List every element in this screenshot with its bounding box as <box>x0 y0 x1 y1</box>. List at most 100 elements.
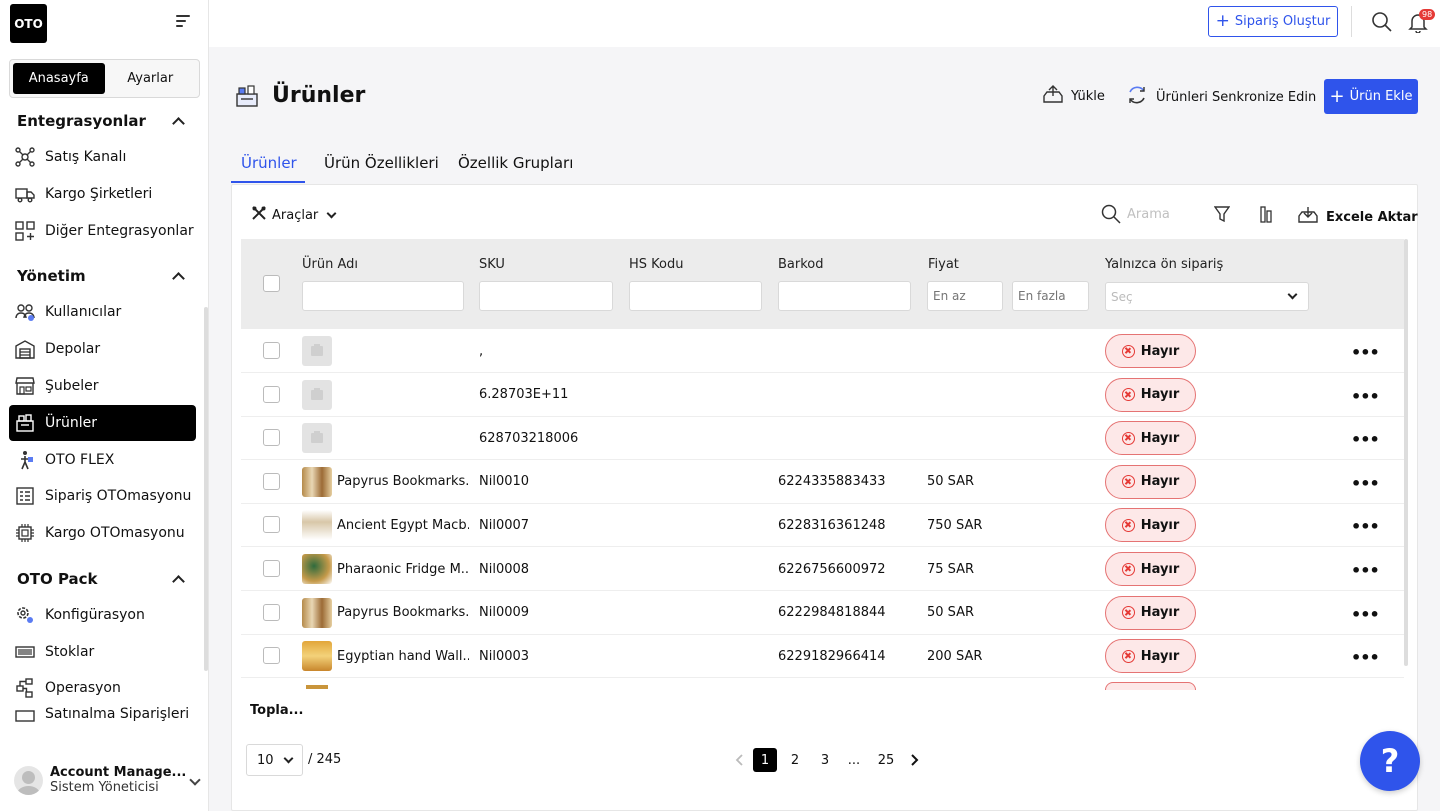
section-management[interactable]: Yönetim <box>17 267 185 285</box>
filter-icon[interactable] <box>1213 206 1231 227</box>
more-actions-icon[interactable]: ••• <box>1351 430 1380 449</box>
page-25[interactable]: 25 <box>874 748 898 772</box>
tools-dropdown[interactable]: Araçlar <box>252 206 337 224</box>
filter-price-min-input[interactable] <box>927 281 1003 311</box>
row-checkbox[interactable] <box>263 342 280 359</box>
more-actions-icon[interactable]: ••• <box>1351 343 1380 362</box>
product-name[interactable]: Papyrus Bookmarks... <box>337 460 469 504</box>
table-row[interactable]: Pharaonic Fridge M... Nil0008 622675660097… <box>241 547 1404 591</box>
sidebar-item-users[interactable]: Kullanıcılar <box>9 294 196 330</box>
tab-settings[interactable]: Ayarlar <box>105 63 197 94</box>
product-name[interactable]: Papyrus Bookmarks... <box>337 591 469 635</box>
sync-products-button[interactable]: Ürünleri Senkronize Edin <box>1126 84 1316 110</box>
table-row[interactable]: Egyptian hand Wall... Nil0003 622918296641… <box>241 634 1404 679</box>
tab-product-attributes[interactable]: Ürün Özellikleri <box>324 154 439 172</box>
help-button[interactable]: ? <box>1360 731 1420 791</box>
tab-home[interactable]: Anasayfa <box>13 63 105 94</box>
sidebar-scrollbar[interactable] <box>204 307 208 671</box>
create-order-button[interactable]: + Sipariş Oluştur <box>1208 6 1338 37</box>
sidebar-item-operation[interactable]: Operasyon <box>9 670 196 706</box>
filter-preorder-select[interactable]: Seç <box>1105 282 1309 311</box>
product-sku: Nil0009 <box>479 605 530 621</box>
page-1[interactable]: 1 <box>753 748 777 772</box>
more-actions-icon[interactable]: ••• <box>1351 605 1380 624</box>
preorder-value: Hayır <box>1140 648 1180 664</box>
row-checkbox[interactable] <box>263 472 280 490</box>
search-icon[interactable] <box>1371 11 1393 37</box>
product-name[interactable]: Egyptian hand Wall... <box>337 634 469 678</box>
product-name[interactable]: Pharaonic Fridge M... <box>337 547 469 591</box>
product-name[interactable]: Ancient Egypt Macb... <box>337 503 469 547</box>
column-header-preorder[interactable]: Yalnızca ön sipariş <box>1105 257 1223 272</box>
table-row[interactable]: Ancient Egypt Macb... Nil0007 622831636124… <box>241 503 1404 548</box>
row-checkbox[interactable] <box>263 647 280 665</box>
product-thumbnail <box>302 423 332 454</box>
row-checkbox[interactable] <box>263 516 280 534</box>
menu-collapse-icon[interactable] <box>176 15 190 27</box>
column-header-sku[interactable]: SKU <box>479 257 505 272</box>
column-header-barcode[interactable]: Barkod <box>778 257 824 272</box>
columns-icon[interactable] <box>1260 206 1272 227</box>
oto-logo[interactable]: OTO <box>10 4 47 43</box>
page-3[interactable]: 3 <box>813 748 837 772</box>
sidebar-item-configuration[interactable]: Konfigürasyon <box>9 597 196 633</box>
next-page-icon[interactable] <box>903 748 927 772</box>
table-scrollbar[interactable] <box>1404 239 1408 666</box>
sidebar-item-sales-channel[interactable]: Satış Kanalı <box>9 139 196 175</box>
section-integrations[interactable]: Entegrasyonlar <box>17 112 185 130</box>
table-row[interactable]: 628703218006 Hayır ••• <box>241 416 1404 461</box>
product-name[interactable] <box>337 416 469 460</box>
table-row[interactable]: , Hayır ••• <box>241 329 1404 373</box>
filter-barcode-input[interactable] <box>778 281 911 311</box>
sidebar-item-cargo-companies[interactable]: Kargo Şirketleri <box>9 176 196 212</box>
table-row[interactable]: 6.28703E+11 Hayır ••• <box>241 373 1404 417</box>
filter-hs-input[interactable] <box>629 281 762 311</box>
tools-label: Araçlar <box>272 207 319 223</box>
search-icon[interactable] <box>1101 204 1121 228</box>
section-oto-pack[interactable]: OTO Pack <box>17 570 185 588</box>
upload-button[interactable]: Yükle <box>1043 84 1105 108</box>
add-product-button[interactable]: + Ürün Ekle <box>1324 79 1418 114</box>
page-ellipsis[interactable]: ... <box>842 748 866 772</box>
page-size-select[interactable]: 10 <box>246 744 303 776</box>
tab-attribute-groups[interactable]: Özellik Grupları <box>458 154 573 172</box>
row-checkbox[interactable] <box>263 429 280 447</box>
filter-price-max-input[interactable] <box>1012 281 1089 311</box>
sidebar-item-stocks[interactable]: Stoklar <box>9 634 196 670</box>
row-checkbox[interactable] <box>263 603 280 621</box>
product-thumbnail <box>302 510 332 541</box>
product-name[interactable] <box>337 373 469 417</box>
more-actions-icon[interactable]: ••• <box>1351 517 1380 536</box>
filter-name-input[interactable] <box>302 281 464 311</box>
sidebar-item-order-automation[interactable]: Sipariş OTOmasyonu <box>9 478 196 514</box>
column-header-name[interactable]: Ürün Adı <box>302 257 358 272</box>
sidebar-item-cargo-automation[interactable]: Kargo OTOmasyonu <box>9 515 196 551</box>
product-name[interactable] <box>337 329 469 373</box>
sidebar-item-warehouses[interactable]: Depolar <box>9 331 196 367</box>
export-excel-button[interactable]: Excele Aktar <box>1298 206 1418 228</box>
select-all-checkbox[interactable] <box>263 275 280 292</box>
filter-sku-input[interactable] <box>479 281 613 311</box>
more-actions-icon[interactable]: ••• <box>1351 561 1380 580</box>
account-menu[interactable]: Account Manage... Sistem Yöneticisi <box>14 762 201 798</box>
row-checkbox[interactable] <box>263 560 280 577</box>
sidebar-item-purchase-orders[interactable]: Satınalma Siparişleri <box>9 706 196 724</box>
more-actions-icon[interactable]: ••• <box>1351 474 1380 493</box>
document-list-icon <box>15 486 35 506</box>
prev-page-icon[interactable] <box>727 748 751 772</box>
search-input[interactable]: Arama <box>1127 207 1170 222</box>
tab-products[interactable]: Ürünler <box>241 154 297 172</box>
sidebar-item-oto-flex[interactable]: OTO FLEX <box>9 442 196 478</box>
more-actions-icon[interactable]: ••• <box>1351 648 1380 667</box>
column-header-hs-code[interactable]: HS Kodu <box>629 257 683 272</box>
more-actions-icon[interactable]: ••• <box>1351 387 1380 406</box>
sidebar-item-branches[interactable]: Şubeler <box>9 368 196 404</box>
sidebar-item-other-integrations[interactable]: Diğer Entegrasyonlar <box>9 213 196 249</box>
column-header-price[interactable]: Fiyat <box>928 257 959 272</box>
sidebar-item-products[interactable]: Ürünler <box>9 405 196 441</box>
row-checkbox[interactable] <box>263 385 280 403</box>
page-2[interactable]: 2 <box>783 748 807 772</box>
x-circle-icon <box>1121 562 1135 576</box>
table-row[interactable]: Papyrus Bookmarks... Nil0009 6222984818844… <box>241 591 1404 635</box>
table-row[interactable]: Papyrus Bookmarks... Nil0010 6224335883433… <box>241 460 1404 504</box>
